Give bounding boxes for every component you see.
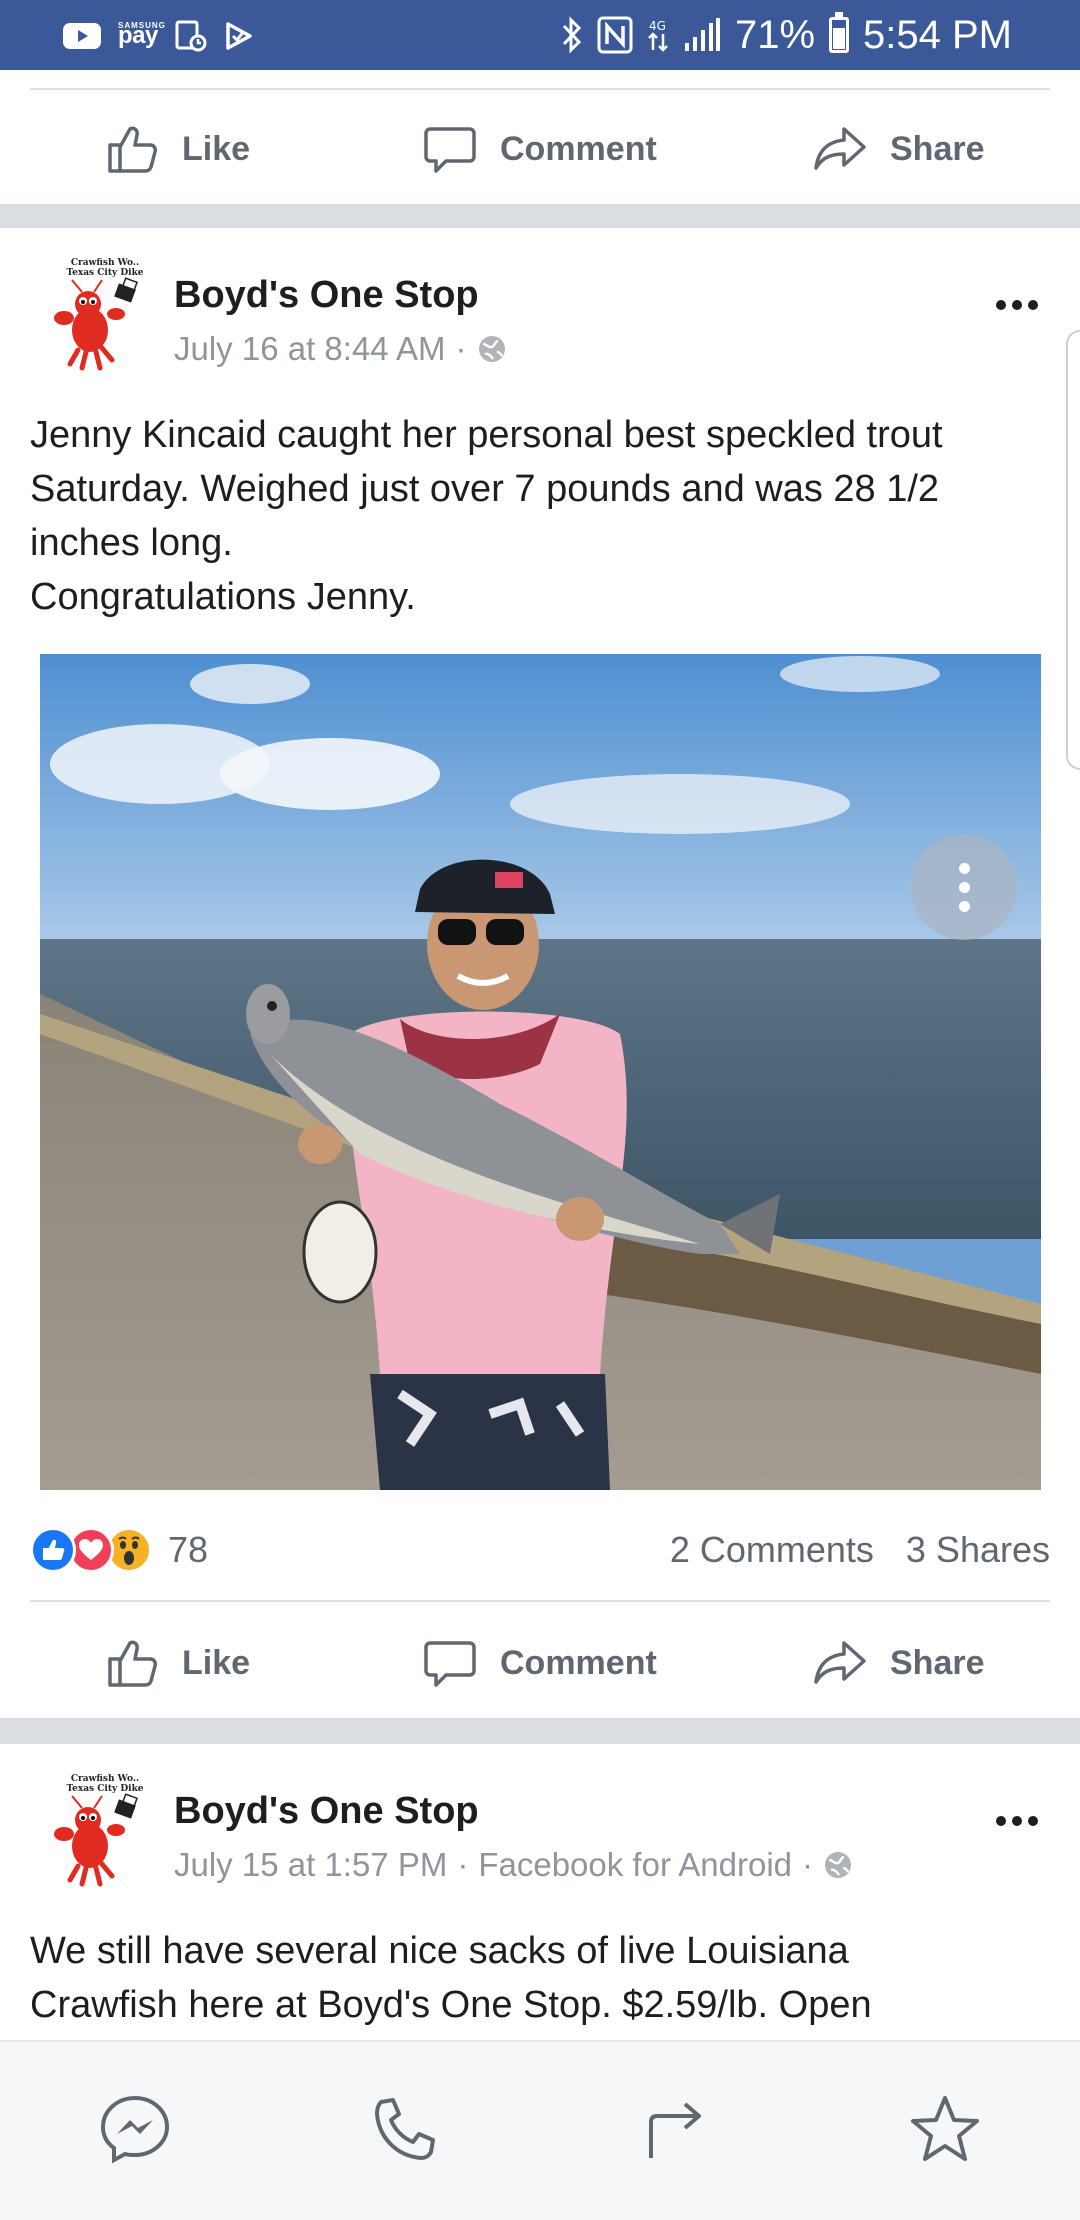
reactions-summary[interactable]: 78 [30,1520,208,1580]
comment-button-label: Comment [500,1643,657,1682]
crawfish-logo-icon [54,277,138,371]
post-text-line: Congratulations Jenny. [30,576,416,618]
nfc-icon [597,16,633,54]
meta-separator: · [457,1846,469,1883]
battery-icon [829,12,850,53]
status-bar-left: SAMSUNG pay [62,18,254,54]
call-button[interactable] [365,2090,445,2170]
post-timestamp[interactable]: July 16 at 8:44 AM [174,330,446,368]
post-meta: July 15 at 1:57 PM · Facebook for Androi… [174,1846,853,1884]
divider [30,88,1050,90]
samsung-pay-icon: SAMSUNG pay [118,21,166,49]
post-options-button[interactable] [996,300,1038,310]
messenger-button[interactable] [95,2090,175,2170]
comment-button-label: Comment [500,129,657,168]
comment-button[interactable]: Comment [422,94,657,204]
post-text-line: inches long. [30,522,233,564]
previous-post-card: Like Comment Share [0,70,1080,204]
forward-icon [649,2102,701,2158]
share-icon [814,1641,866,1684]
reaction-count: 78 [168,1529,209,1570]
forward-button[interactable] [635,2090,715,2170]
share-icon [814,127,866,170]
post-header: Crawfish Wo.. Texas City Dike Boyd's One … [0,228,1080,378]
previous-post-action-bar: Like Comment Share [0,94,1080,204]
messenger-icon [100,2095,170,2164]
comment-button[interactable]: Comment [422,1608,657,1718]
post-text: Jenny Kincaid caught her personal best s… [30,408,1060,624]
battery-percent: 71% [734,12,816,57]
like-button[interactable]: Like [104,94,250,204]
post-source: Facebook for Android [478,1846,793,1883]
like-reaction-icon [30,1527,76,1573]
comment-icon [424,1641,476,1687]
comments-count-link[interactable]: 2 Comments [670,1529,874,1571]
post-text-line: Saturday. Weighed just over 7 pounds and… [30,468,940,510]
share-button-label: Share [890,1643,985,1682]
post-meta: July 16 at 8:44 AM · [174,330,507,368]
signal-icon [683,17,721,53]
post-timestamp[interactable]: July 15 at 1:57 PM [174,1846,447,1884]
photo-image [40,654,1041,1490]
bottom-navigation [0,2040,1080,2220]
engagement-stats: 2 Comments 3 Shares [670,1520,1050,1580]
post-header: Crawfish Wo.. Texas City Dike Boyd's One … [0,1744,1080,1894]
status-bar-right: 4G 71% 5:54 PM [561,12,1012,58]
photo-options-button[interactable] [911,834,1017,940]
meta-separator: · [802,1846,814,1883]
next-post-card: Crawfish Wo.. Texas City Dike Boyd's One … [0,1744,1080,2040]
scroll-handle[interactable] [1066,330,1080,770]
like-button[interactable]: Like [104,1608,250,1718]
post-text-line: We still have several nice sacks of live… [30,1930,849,1972]
like-button-label: Like [182,1643,251,1682]
thumbs-up-icon [108,126,157,173]
phone-icon [375,2098,435,2160]
thumbs-up-icon [108,1640,157,1687]
globe-icon [825,1852,852,1878]
post-action-bar: Like Comment Share [0,1608,1080,1718]
post-options-button[interactable] [996,1816,1038,1826]
post-text-line: Crawfish here at Boyd's One Stop. $2.59/… [30,1984,872,2026]
youtube-icon [62,21,102,51]
meta-separator: · [455,330,467,367]
data-icon: 4G [647,16,669,54]
bluetooth-icon [561,16,583,54]
share-button[interactable]: Share [812,94,985,204]
share-button[interactable]: Share [812,1608,985,1718]
crawfish-logo-icon [54,1793,138,1887]
post-card: Crawfish Wo.. Texas City Dike Boyd's One … [0,228,1080,1718]
page-name-link[interactable]: Boyd's One Stop [174,1790,479,1833]
shares-count-link[interactable]: 3 Shares [906,1529,1050,1571]
screenshot-icon [174,19,208,53]
post-text-line: Jenny Kincaid caught her personal best s… [30,414,943,456]
page-avatar[interactable]: Crawfish Wo.. Texas City Dike [42,258,152,378]
page-avatar[interactable]: Crawfish Wo.. Texas City Dike [42,1774,152,1894]
clock: 5:54 PM [863,12,1012,57]
favorite-button[interactable] [905,2090,985,2170]
status-bar: SAMSUNG pay 4G 71% 5:54 PM [0,0,1080,70]
page-name-link[interactable]: Boyd's One Stop [174,274,479,317]
comment-icon [424,127,476,173]
like-button-label: Like [182,129,251,168]
post-photo[interactable] [40,654,1041,1490]
share-button-label: Share [890,129,985,168]
svg-text:4G: 4G [649,19,666,33]
globe-icon [478,336,505,362]
divider [30,1600,1050,1602]
star-icon [911,2096,979,2161]
post-text: We still have several nice sacks of live… [30,1924,1060,2032]
check-icon [224,20,254,52]
